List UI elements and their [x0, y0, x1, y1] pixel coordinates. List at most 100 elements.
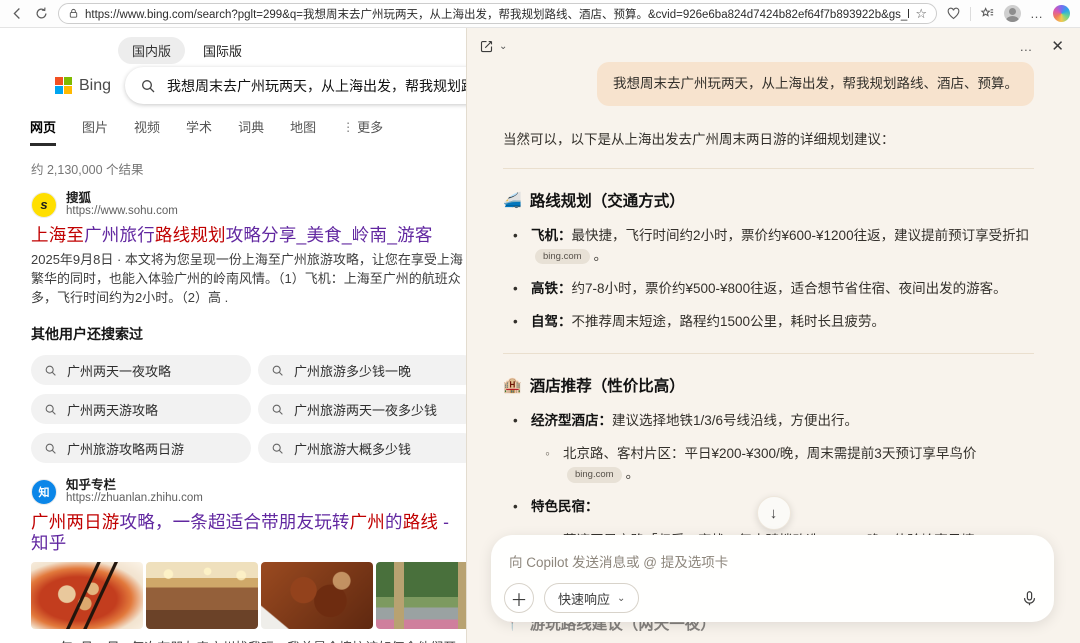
tab-更多[interactable]: ⋮更多 — [342, 117, 383, 146]
section-divider — [503, 353, 1034, 354]
thumbnail-roast-goose[interactable] — [261, 562, 373, 629]
tab-图片[interactable]: 图片 — [82, 117, 108, 146]
back-icon[interactable] — [10, 6, 25, 21]
result-header: s 搜狐 https://www.sohu.com — [31, 191, 466, 219]
chevron-down-icon: ⌄ — [499, 41, 507, 52]
bullet-item: •飞机：最快捷，飞行时间约2小时，票价约¥600-¥1200往返，建议提前预订享… — [513, 226, 1034, 267]
bullet-marker: • — [513, 226, 531, 267]
chat-composer[interactable]: 向 Copilot 发送消息或 @ 提及选项卡 ＋ 快速响应 ⌄ — [491, 535, 1054, 622]
thumbnail-restaurant-hall[interactable] — [146, 562, 258, 629]
bullet-term: 高铁： — [531, 281, 572, 296]
bullet-item: •自驾：不推荐周末短途，路程约1500公里，耗时长且疲劳。 — [513, 312, 1034, 332]
search-input[interactable]: 我想周末去广州玩两天，从上海出发，帮我规划路线、酒店、预算。 — [125, 67, 466, 104]
user-message-bubble: 我想周末去广州玩两天，从上海出发，帮我规划路线、酒店、预算。 — [597, 62, 1034, 106]
tab-label: 地图 — [290, 117, 316, 136]
bing-serp-page: 国内版 国际版 Bing 我想周末去广州玩两天，从上海出发，帮我规划路线、酒店、… — [0, 28, 466, 643]
bullet-marker: • — [513, 279, 531, 299]
result-title-link[interactable]: 广州两日游攻略，一条超适合带朋友玩转广州的路线 - 知乎 — [31, 512, 466, 556]
bullet-text: 自驾：不推荐周末短途，路程约1500公里，耗时长且疲劳。 — [531, 312, 885, 332]
bullet-item: •高铁：约7-8小时，票价约¥500-¥800往返，适合想节省住宿、夜间出发的游… — [513, 279, 1034, 299]
result-image-strip — [31, 562, 466, 629]
zhihu-favicon: 知 — [31, 479, 57, 505]
copilot-icon[interactable] — [1053, 5, 1070, 22]
profile-avatar[interactable] — [1004, 5, 1021, 22]
new-chat-icon — [479, 39, 494, 54]
new-chat-button[interactable]: ⌄ — [479, 39, 507, 54]
related-search-pill[interactable]: 广州旅游多少钱一晚 — [258, 355, 466, 385]
related-search-pill[interactable]: 广州旅游攻略两日游 — [31, 433, 251, 463]
panel-more-icon[interactable]: … — [1019, 39, 1033, 54]
related-search-label: 广州两天一夜攻略 — [67, 361, 171, 380]
add-attachment-button[interactable]: ＋ — [504, 583, 534, 613]
kebab-icon: ⋮ — [342, 120, 354, 134]
result-header: 知 知乎专栏 https://zhuanlan.zhihu.com — [31, 478, 466, 506]
assistant-intro: 当然可以，以下是从上海出发去广州周末两日游的详细规划建议： — [503, 128, 1034, 148]
citation-pill[interactable]: bing.com — [535, 249, 590, 265]
search-icon — [271, 364, 284, 377]
refresh-icon[interactable] — [34, 6, 49, 21]
bullet-marker: • — [513, 312, 531, 332]
quick-response-dropdown[interactable]: 快速响应 ⌄ — [544, 583, 639, 613]
related-search-label: 广州两天游攻略 — [67, 400, 158, 419]
thumbnail-chicken-feet-dish[interactable] — [31, 562, 143, 629]
search-result-zhihu-snippet: 2023年3月11日 · 每次有朋友来广州找我玩，我总是会懊恼该如何令他们开心的… — [31, 639, 466, 643]
tab-domestic[interactable]: 国内版 — [118, 37, 185, 64]
tab-学术[interactable]: 学术 — [186, 117, 212, 146]
section-title: 🚄路线规划（交通方式） — [503, 189, 1034, 211]
title-segment: 路线规划 — [155, 225, 226, 245]
favorites-bar-icon[interactable] — [980, 6, 995, 21]
section-divider — [503, 168, 1034, 169]
citation-pill[interactable]: bing.com — [567, 467, 622, 483]
tab-international[interactable]: 国际版 — [201, 37, 244, 64]
sub-bullet-item: ◦北京路、客村片区：平日¥200-¥300/晚，周末需提前3天预订享早鸟价bin… — [545, 444, 1034, 485]
quick-response-label: 快速响应 — [558, 589, 610, 608]
related-search-label: 广州旅游两天一夜多少钱 — [294, 400, 437, 419]
bullet-text: 北京路、客村片区：平日¥200-¥300/晚，周末需提前3天预订享早鸟价bing… — [563, 444, 1034, 485]
title-segment: 广州旅行 — [84, 225, 155, 245]
bullet-marker: • — [513, 497, 531, 517]
related-search-pill[interactable]: 广州旅游两天一夜多少钱 — [258, 394, 466, 424]
tab-词典[interactable]: 词典 — [238, 117, 264, 146]
bing-wordmark: Bing — [79, 77, 111, 95]
related-search-label: 广州旅游攻略两日游 — [67, 439, 184, 458]
tab-label: 视频 — [134, 117, 160, 136]
site-name: 搜狐 — [66, 191, 178, 205]
tab-label: 词典 — [238, 117, 264, 136]
tab-label: 更多 — [357, 117, 383, 136]
composer-placeholder: 向 Copilot 发送消息或 @ 提及选项卡 — [509, 551, 1036, 571]
related-search-pill[interactable]: 广州两天一夜攻略 — [31, 355, 251, 385]
toolbar-divider — [970, 7, 971, 21]
search-icon — [140, 78, 156, 94]
microphone-icon[interactable] — [1021, 590, 1038, 607]
chevron-down-icon: ⌄ — [617, 593, 625, 604]
result-snippet: 2023年3月11日 · 每次有朋友来广州找我玩，我总是会懊恼该如何令他们开心的… — [31, 639, 464, 643]
browser-menu-icon[interactable]: … — [1030, 6, 1044, 21]
title-segment: 路线 — [403, 512, 438, 532]
close-icon[interactable]: ✕ — [1051, 37, 1064, 55]
section-emoji-icon: 🏨 — [503, 376, 522, 394]
site-url: https://zhuanlan.zhihu.com — [66, 492, 203, 505]
bullet-marker: • — [513, 411, 531, 431]
serp-nav-tabs: 网页图片 视频 学术 词典 地图 ⋮更多 — [30, 117, 466, 146]
related-search-pill[interactable]: 广州旅游大概多少钱 — [258, 433, 466, 463]
site-url: https://www.sohu.com — [66, 205, 178, 218]
related-search-pill[interactable]: 广州两天游攻略 — [31, 394, 251, 424]
results-count: 约 2,130,000 个结果 — [31, 159, 466, 178]
url-text: https://www.bing.com/search?pglt=299&q=我… — [85, 6, 909, 22]
tab-地图[interactable]: 地图 — [290, 117, 316, 146]
browser-essentials-icon[interactable] — [946, 6, 961, 21]
tab-视频[interactable]: 视频 — [134, 117, 160, 146]
tab-网页[interactable]: 网页 — [30, 117, 56, 146]
bullet-term: 飞机： — [531, 228, 572, 243]
bing-logo[interactable]: Bing — [55, 77, 111, 95]
scroll-down-button[interactable]: ↓ — [757, 496, 791, 530]
favorite-star-icon[interactable]: ☆ — [915, 6, 927, 22]
thumbnail-park-entrance[interactable] — [376, 562, 466, 629]
lock-icon — [68, 8, 79, 19]
related-searches-heading: 其他用户还搜索过 — [31, 324, 466, 344]
tab-label: 学术 — [186, 117, 212, 136]
search-query-text: 我想周末去广州玩两天，从上海出发，帮我规划路线、酒店、预算。 — [167, 76, 466, 96]
address-bar[interactable]: https://www.bing.com/search?pglt=299&q=我… — [58, 3, 937, 24]
search-result-zhihu: 知 知乎专栏 https://zhuanlan.zhihu.com 广州两日游攻… — [31, 478, 466, 555]
result-title-link[interactable]: 上海至广州旅行路线规划攻略分享_美食_岭南_游客 — [31, 225, 466, 247]
